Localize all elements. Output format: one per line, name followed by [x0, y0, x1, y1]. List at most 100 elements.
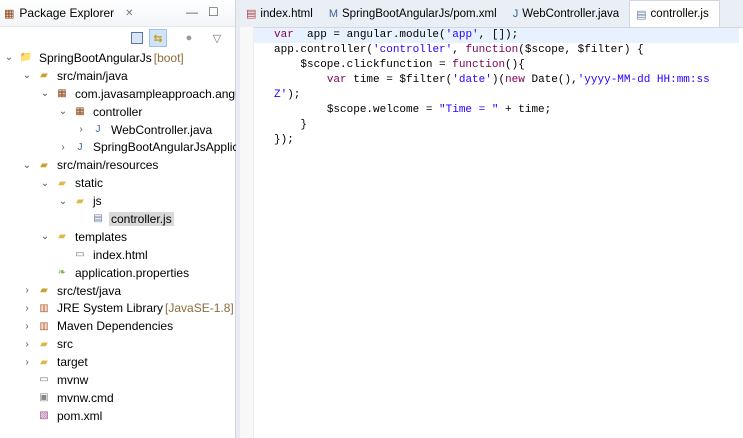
chevron-right-icon[interactable]: ›: [54, 142, 72, 153]
chevron-down-icon[interactable]: ⌄: [18, 70, 36, 81]
tree-item-label: index.html: [93, 247, 148, 262]
tree-item[interactable]: ⌄ ▰ js: [0, 192, 236, 210]
code-line: app.controller('controller', function($s…: [274, 43, 739, 58]
tree-item[interactable]: ▭ index.html: [0, 246, 236, 264]
tree-item[interactable]: ⌄ ▦ com.javasampleapproach.angularjs: [0, 85, 264, 103]
chevron-down-icon[interactable]: ⌄: [36, 231, 54, 242]
library-icon: ▥: [39, 320, 49, 332]
view-title: Package Explorer: [19, 6, 115, 20]
tree-item-decoration: [boot]: [153, 50, 184, 65]
maven-file-icon: M: [328, 7, 338, 20]
tree-item[interactable]: ⌄ ▰ src/main/java: [0, 67, 236, 85]
code-token: );: [287, 89, 301, 101]
code-token: Date(),: [524, 74, 578, 86]
package-icon: ▦: [75, 106, 85, 118]
code-token: + time;: [498, 104, 552, 116]
code-token: 'controller': [373, 44, 453, 56]
code-token: new: [505, 74, 525, 86]
minimize-button[interactable]: —: [186, 5, 198, 19]
editor-tab-label: SpringBootAngularJs/pom.xml: [342, 7, 497, 20]
folder-icon: ▰: [58, 177, 66, 189]
editor-tab[interactable]: ▤ controller.js: [629, 0, 720, 27]
folder-icon: ▰: [40, 356, 48, 368]
tree-item-label: pom.xml: [57, 408, 103, 423]
editor-tab[interactable]: M SpringBootAngularJs/pom.xml: [323, 0, 507, 27]
code-line: $scope.welcome = "Time = " + time;: [274, 103, 739, 118]
tree-item-label: application.properties: [75, 265, 190, 280]
chevron-down-icon[interactable]: ⌄: [54, 106, 72, 117]
tree-item[interactable]: ⌄ ▰ templates: [0, 228, 236, 246]
tree-item-label: target: [57, 355, 88, 370]
js-file-icon: ▤: [636, 8, 647, 21]
tree-item[interactable]: ▤ controller.js: [0, 210, 236, 228]
package-explorer-tab[interactable]: ▦ Package Explorer ✕: [4, 6, 134, 20]
js-icon: ▤: [93, 213, 103, 225]
tree-item[interactable]: ▣ mvnw.cmd: [0, 389, 236, 407]
tree-item[interactable]: › ▥ JRE System Library [JavaSE-1.8]: [0, 299, 236, 317]
maximize-button[interactable]: ☐: [208, 5, 219, 19]
code-token: 'date': [452, 74, 492, 86]
code-token: function: [452, 59, 506, 71]
code-token: function: [465, 44, 519, 56]
chevron-down-icon[interactable]: ⌄: [54, 196, 72, 207]
chevron-down-icon[interactable]: ⌄: [18, 160, 36, 171]
chevron-right-icon[interactable]: ›: [18, 285, 36, 296]
code-line: });: [274, 133, 739, 148]
collapse-all-icon[interactable]: [128, 29, 146, 47]
tree-item[interactable]: › J WebController.java: [0, 121, 236, 139]
chevron-right-icon[interactable]: ›: [18, 357, 36, 368]
tree-item[interactable]: ▧ pom.xml: [0, 407, 236, 425]
tree-item[interactable]: › J SpringBootAngularJsApplication.java: [0, 138, 289, 156]
link-with-editor-icon[interactable]: ⇆: [149, 29, 167, 47]
code-token: time = $filter(: [346, 74, 453, 86]
tree-item[interactable]: ⌄ ▰ src/main/resources: [0, 156, 236, 174]
tree-item-label: controller: [93, 104, 143, 119]
editor-area: ▤ index.html M SpringBootAngularJs/pom.xml J…: [240, 0, 743, 438]
close-icon[interactable]: ✕: [125, 8, 133, 19]
tree-item[interactable]: ▭ mvnw: [0, 371, 236, 389]
project-tree: ⌄ 📁 SpringBootAngularJs [boot] ⌄ ▰ src/main/j…: [0, 49, 290, 425]
editor-tab-label: WebController.java: [522, 7, 620, 20]
file-icon: ▭: [39, 374, 49, 386]
code-line: var time = $filter('date')(new Date(),'y…: [274, 73, 739, 103]
tree-item[interactable]: › ▰ target: [0, 353, 236, 371]
code-token: ($scope, $filter) {: [518, 44, 644, 56]
editor-tab[interactable]: J WebController.java: [507, 0, 629, 27]
tree-item[interactable]: › ▥ Maven Dependencies: [0, 317, 236, 335]
library-icon: ▥: [39, 302, 49, 314]
chevron-right-icon[interactable]: ›: [18, 303, 36, 314]
chevron-down-icon[interactable]: ⌄: [0, 52, 18, 63]
chevron-down-icon[interactable]: ⌄: [36, 178, 54, 189]
view-toolbar: ⇆ ● ▽: [0, 27, 236, 49]
view-menu-icon[interactable]: ▽: [208, 29, 226, 47]
code-token: 'app': [445, 29, 479, 41]
tree-item-label: src: [57, 337, 73, 352]
java-file-icon: J: [512, 7, 519, 20]
code-token: $scope.clickfunction =: [274, 59, 453, 71]
editor-ruler: [240, 27, 254, 438]
code-line: var app = angular.module('app', []);: [254, 28, 739, 43]
editor-tab-label: controller.js: [650, 8, 709, 20]
file-icon: ▭: [75, 249, 85, 261]
tree-item-label: JRE System Library: [57, 301, 164, 316]
filters-icon[interactable]: ●: [180, 29, 198, 47]
code-editor[interactable]: var app = angular.module('app', []); app.…: [254, 28, 739, 148]
tree-item[interactable]: › ▰ src: [0, 335, 236, 353]
tree-item-label: src/main/resources: [57, 158, 159, 173]
tree-item[interactable]: ⌄ 📁 SpringBootAngularJs [boot]: [0, 49, 236, 67]
tree-item[interactable]: › ▰ src/test/java: [0, 282, 236, 300]
chevron-right-icon[interactable]: ›: [18, 339, 36, 350]
tree-item[interactable]: ❧ application.properties: [0, 264, 236, 282]
code-token: });: [274, 134, 294, 146]
package-icon: ▦: [57, 88, 67, 100]
code-token: ,: [452, 44, 466, 56]
tree-item-label: src/test/java: [57, 283, 122, 298]
tree-item[interactable]: ⌄ ▰ static: [0, 174, 236, 192]
editor-tab[interactable]: ▤ index.html: [240, 0, 323, 27]
code-line: $scope.clickfunction = function(){: [274, 58, 739, 73]
code-token: (){: [505, 59, 525, 71]
chevron-right-icon[interactable]: ›: [72, 124, 90, 135]
tree-item[interactable]: ⌄ ▦ controller: [0, 103, 236, 121]
chevron-down-icon[interactable]: ⌄: [36, 88, 54, 99]
chevron-right-icon[interactable]: ›: [18, 321, 36, 332]
